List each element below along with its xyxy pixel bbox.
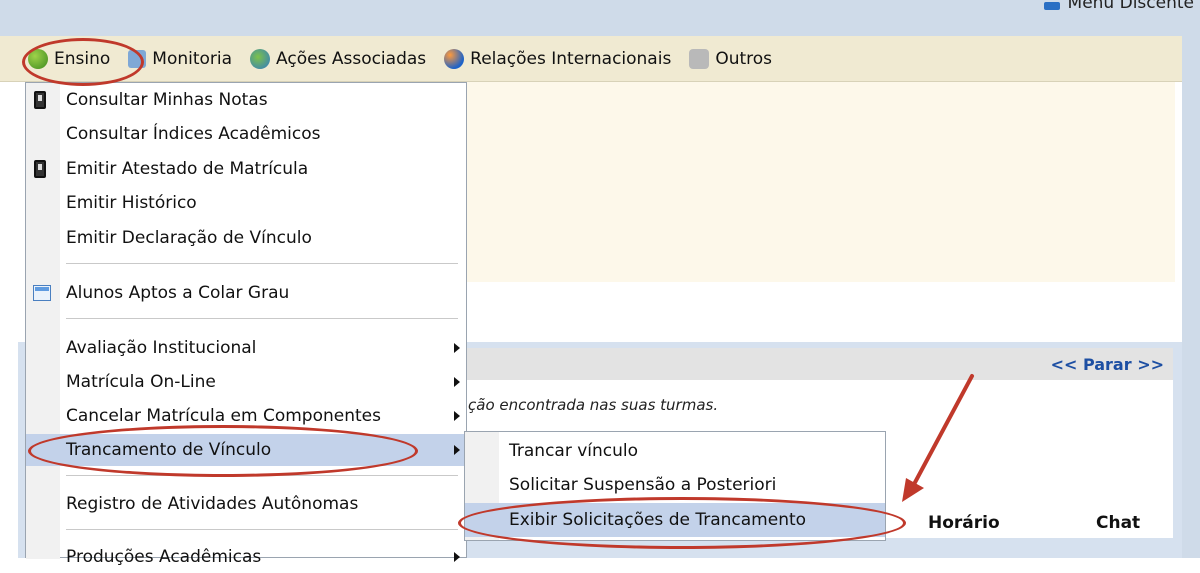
menu-item-matricula-online[interactable]: Matrícula On-Line — [26, 366, 466, 398]
menu-item-emitir-atestado[interactable]: Emitir Atestado de Matrícula — [26, 153, 466, 185]
menu-item-label: Alunos Aptos a Colar Grau — [66, 283, 290, 303]
submenu-arrow-icon — [454, 411, 460, 421]
menu-monitoria[interactable]: Monitoria — [128, 49, 232, 69]
submenu-arrow-icon — [454, 377, 460, 387]
menu-discente-label: Menu Discente — [1067, 0, 1194, 13]
menu-outros[interactable]: Outros — [689, 48, 773, 69]
menu-item-label: Cancelar Matrícula em Componentes — [66, 406, 381, 426]
menu-item-label: Emitir Atestado de Matrícula — [66, 159, 309, 179]
top-strip — [0, 0, 1200, 36]
menu-discente-icon — [1043, 2, 1060, 10]
submenu-arrow-icon — [454, 445, 460, 455]
ensino-dropdown-menu: Consultar Minhas Notas Consultar Índices… — [25, 82, 467, 567]
relacoes-internacionais-icon — [444, 48, 465, 69]
annotation-ellipse-ensino — [22, 38, 144, 86]
menu-separator — [66, 529, 458, 530]
menu-item-label: Emitir Histórico — [66, 193, 197, 213]
outros-icon — [689, 48, 710, 69]
menu-item-avaliacao-institucional[interactable]: Avaliação Institucional — [26, 332, 466, 364]
parar-link[interactable]: << Parar >> — [1051, 355, 1164, 374]
menu-discente-link[interactable]: Menu Discente — [1043, 0, 1200, 14]
menu-relacoes-internacionais[interactable]: Relações Internacionais — [444, 48, 672, 69]
right-side-bar — [1182, 36, 1200, 558]
menu-item-label: Consultar Minhas Notas — [66, 90, 268, 110]
menu-item-producoes-academicas[interactable]: Produções Acadêmicas — [26, 541, 466, 573]
menu-item-consultar-indices[interactable]: Consultar Índices Acadêmicos — [26, 118, 466, 150]
menu-item-label: Produções Acadêmicas — [66, 547, 262, 567]
menu-item-label: Avaliação Institucional — [66, 338, 257, 358]
menu-item-label: Emitir Declaração de Vínculo — [66, 228, 312, 248]
menu-relacoes-internacionais-label: Relações Internacionais — [470, 48, 672, 69]
annotation-ellipse-exibir — [458, 497, 906, 549]
menu-separator — [66, 318, 458, 319]
menu-item-label: Consultar Índices Acadêmicos — [66, 124, 321, 144]
menu-separator — [66, 263, 458, 264]
submenu-item-label: Solicitar Suspensão a Posteriori — [509, 475, 777, 495]
menu-item-label: Registro de Atividades Autônomas — [66, 494, 359, 514]
acoes-associadas-icon — [250, 48, 271, 69]
phone-icon — [34, 91, 46, 109]
menu-item-consultar-minhas-notas[interactable]: Consultar Minhas Notas — [26, 84, 466, 116]
menu-item-label: Matrícula On-Line — [66, 372, 216, 392]
content-panel — [465, 82, 1175, 282]
menu-item-registro-atividades[interactable]: Registro de Atividades Autônomas — [26, 488, 466, 520]
menu-item-emitir-historico[interactable]: Emitir Histórico — [26, 187, 466, 219]
annotation-ellipse-trancamento — [28, 425, 418, 477]
column-header-horario: Horário — [928, 513, 1000, 533]
phone-icon — [34, 160, 46, 178]
submenu-item-trancar-vinculo[interactable]: Trancar vínculo — [465, 434, 885, 468]
main-menubar: Ensino Monitoria Ações Associadas Relaçõ… — [0, 36, 1200, 82]
menu-item-alunos-aptos[interactable]: Alunos Aptos a Colar Grau — [26, 277, 466, 309]
menu-outros-label: Outros — [715, 48, 773, 69]
turmas-message: ção encontrada nas suas turmas. — [468, 396, 719, 414]
submenu-arrow-icon — [454, 343, 460, 353]
menu-acoes-associadas-label: Ações Associadas — [276, 48, 427, 69]
submenu-arrow-icon — [454, 552, 460, 562]
table-icon — [33, 285, 51, 301]
menu-item-emitir-declaracao[interactable]: Emitir Declaração de Vínculo — [26, 222, 466, 254]
submenu-item-label: Trancar vínculo — [509, 441, 639, 461]
menu-monitoria-label: Monitoria — [152, 48, 233, 69]
column-header-chat: Chat — [1096, 513, 1141, 533]
menu-acoes-associadas[interactable]: Ações Associadas — [250, 48, 427, 69]
